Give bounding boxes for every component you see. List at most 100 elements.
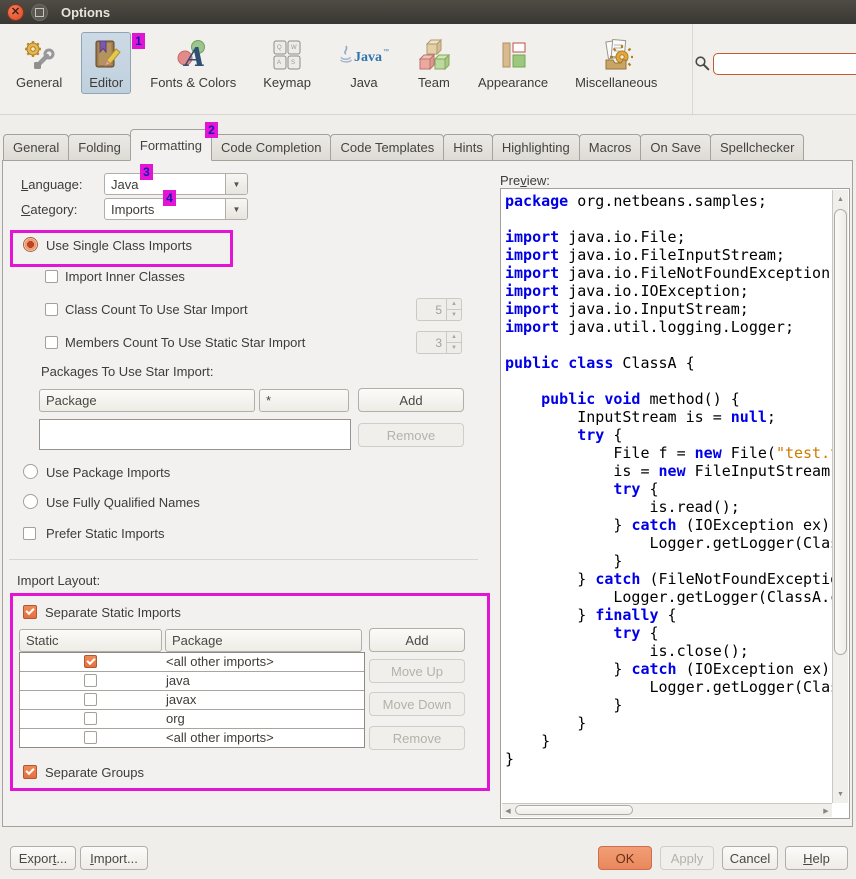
scroll-right-icon[interactable]: ▶ [820,804,832,817]
spinner-down-icon[interactable]: ▼ [447,309,462,321]
chevron-down-icon[interactable]: ▼ [225,174,247,194]
separator-line [9,559,478,560]
tab-highlighting[interactable]: Highlighting [492,134,580,161]
table-row[interactable]: <all other imports> [20,729,364,747]
package-cell: org [166,711,185,726]
separate-static-imports-checkbox[interactable] [23,605,37,619]
vertical-scrollbar-thumb[interactable] [834,209,847,655]
package-cell: java [166,673,190,688]
tab-on-save[interactable]: On Save [640,134,711,161]
footer: Export...Import... OK Apply Cancel Help [0,827,856,879]
help-button[interactable]: Help [785,846,848,870]
add-package-button[interactable]: Add [358,388,464,412]
annotation-marker-2: 2 [205,122,218,138]
static-cell-checkbox[interactable] [84,693,97,706]
static-cell-checkbox[interactable] [84,712,97,725]
separate-groups-label: Separate Groups [45,765,144,780]
spinner-up-icon[interactable]: ▲ [447,298,462,309]
vertical-scrollbar[interactable]: ▲ ▼ [832,190,848,803]
search-input[interactable] [713,53,856,75]
spinner-up-icon[interactable]: ▲ [447,331,462,342]
use-fully-qualified-names-radio[interactable] [23,494,38,509]
star-column-header[interactable]: * [259,389,349,412]
toolbar-item-label: Fonts & Colors [150,75,236,90]
static-column-header[interactable]: Static [19,629,162,652]
spinner-down-icon[interactable]: ▼ [447,342,462,354]
toolbar-item-team[interactable]: Team [409,32,459,94]
language-value: Java [111,177,138,192]
ok-button[interactable]: OK [598,846,652,870]
table-row[interactable]: <all other imports> [20,653,364,672]
horizontal-scrollbar[interactable]: ◀ ▶ [502,803,832,817]
close-icon[interactable]: ✕ [7,4,24,21]
scroll-down-icon[interactable]: ▼ [833,787,848,801]
prefer-static-imports-checkbox[interactable] [23,527,36,540]
package-cell: javax [166,692,196,707]
team-icon [417,38,451,72]
toolbar-item-fonts-colors[interactable]: A Fonts & Colors [142,32,244,94]
scroll-left-icon[interactable]: ◀ [502,804,514,817]
tab-bar: GeneralFoldingFormattingCode CompletionC… [3,128,803,161]
class-count-label: Class Count To Use Star Import [65,302,248,317]
import-inner-classes-checkbox[interactable] [45,270,58,283]
apply-button[interactable]: Apply [660,846,714,870]
add-button[interactable]: Add [369,628,465,652]
toolbar-item-general[interactable]: General [8,32,70,94]
restore-icon[interactable] [31,4,48,21]
static-cell-checkbox[interactable] [84,731,97,744]
tab-formatting[interactable]: Formatting [130,129,212,161]
tab-macros[interactable]: Macros [579,134,642,161]
fonts-colors-icon: A [176,38,210,72]
package-column-header[interactable]: Package [39,389,255,412]
language-dropdown[interactable]: Java ▼ [104,173,248,195]
cancel-button[interactable]: Cancel [722,846,778,870]
tab-folding[interactable]: Folding [68,134,131,161]
export-button[interactable]: Export... [10,846,76,870]
toolbar-item-keymap[interactable]: QWASKeymap [255,32,319,94]
table-row[interactable]: java [20,672,364,691]
import-layout-table[interactable]: <all other imports>javajavaxorg<all othe… [19,652,365,748]
toolbar-item-label: Miscellaneous [575,75,657,90]
move-up-button[interactable]: Move Up [369,659,465,683]
separate-groups-checkbox[interactable] [23,765,37,779]
table-row[interactable]: javax [20,691,364,710]
members-count-value: 3 [416,331,447,354]
annotation-marker-3: 3 [140,164,153,180]
tab-spellchecker[interactable]: Spellchecker [710,134,804,161]
options-dialog: ✕ Options GeneralEditorAFonts & ColorsQW… [0,0,856,879]
editor-icon [89,38,123,72]
general-icon [22,38,56,72]
import-button[interactable]: Import... [80,846,148,870]
preview-label: Preview: [500,173,550,188]
members-count-spinner[interactable]: 3 ▲▼ [416,331,462,354]
toolbar-item-java[interactable]: Java™Java [330,32,398,94]
remove-package-button[interactable]: Remove [358,423,464,447]
package-column-header[interactable]: Package [165,629,362,652]
static-cell-checkbox[interactable] [84,655,97,668]
toolbar-item-editor[interactable]: Editor [81,32,131,94]
appearance-icon [496,38,530,72]
tab-code-templates[interactable]: Code Templates [330,134,444,161]
tab-hints[interactable]: Hints [443,134,493,161]
use-package-imports-radio[interactable] [23,464,38,479]
members-count-label: Members Count To Use Static Star Import [65,335,305,350]
remove-button[interactable]: Remove [369,726,465,750]
toolbar-item-appearance[interactable]: Appearance [470,32,556,94]
members-count-checkbox[interactable] [45,336,58,349]
move-down-button[interactable]: Move Down [369,692,465,716]
tab-general[interactable]: General [3,134,69,161]
chevron-down-icon[interactable]: ▼ [225,199,247,219]
class-count-checkbox[interactable] [45,303,58,316]
annotation-marker-4: 4 [163,190,176,206]
static-cell-checkbox[interactable] [84,674,97,687]
toolbar-item-miscellaneous[interactable]: Miscellaneous [567,32,665,94]
use-single-class-imports-radio[interactable] [23,237,38,252]
class-count-spinner[interactable]: 5 ▲▼ [416,298,462,321]
horizontal-scrollbar-thumb[interactable] [515,805,633,815]
tab-code-completion[interactable]: Code Completion [211,134,331,161]
table-row[interactable]: org [20,710,364,729]
language-label: Language: [21,177,83,192]
category-dropdown[interactable]: Imports ▼ [104,198,248,220]
packages-star-list[interactable] [39,419,351,450]
scroll-up-icon[interactable]: ▲ [833,192,848,206]
